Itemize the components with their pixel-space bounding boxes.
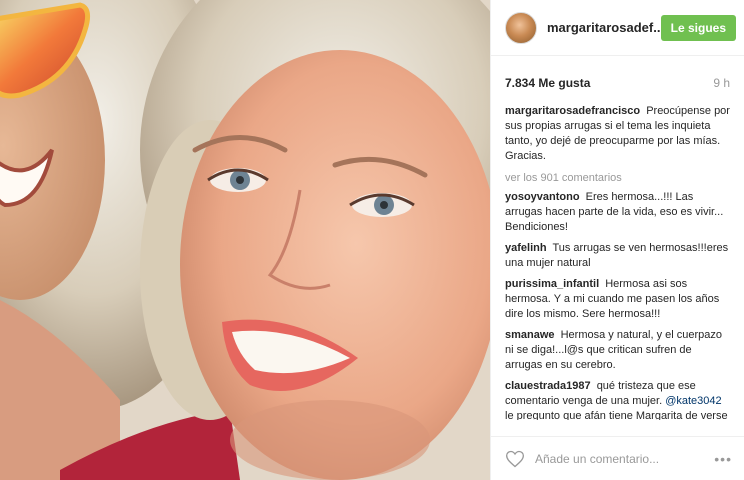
comment-item: yosoyvantono Eres hermosa...!!! Las arru…: [505, 190, 730, 235]
comments-list[interactable]: margaritarosadefrancisco Preocúpense por…: [491, 90, 744, 420]
likes-count[interactable]: 7.834 Me gusta: [505, 76, 590, 90]
caption-username[interactable]: margaritarosadefrancisco: [505, 105, 640, 117]
post-photo[interactable]: [0, 0, 490, 480]
comment-item: clauestrada1987 qué tristeza que ese com…: [505, 379, 730, 420]
post-meta: 7.834 Me gusta 9 h: [491, 56, 744, 90]
comment-username[interactable]: clauestrada1987: [505, 380, 591, 392]
following-button[interactable]: Le sigues: [660, 14, 736, 41]
comment-footer: •••: [491, 436, 744, 480]
comment-item: yafelinh Tus arrugas se ven hermosas!!!e…: [505, 241, 730, 271]
comment-item: smanawe Hermosa y natural, y el cuerpazo…: [505, 328, 730, 373]
more-options-icon[interactable]: •••: [710, 451, 736, 467]
post-side-panel: margaritarosadef... Le sigues 7.834 Me g…: [490, 0, 744, 480]
comment-username[interactable]: purissima_infantil: [505, 278, 599, 290]
comment-username[interactable]: yosoyvantono: [505, 191, 580, 203]
post-age: 9 h: [713, 76, 730, 90]
avatar[interactable]: [505, 11, 537, 44]
comment-username[interactable]: smanawe: [505, 329, 555, 341]
header-username[interactable]: margaritarosadef...: [547, 20, 661, 35]
add-comment-input[interactable]: [535, 451, 711, 466]
view-all-comments-link[interactable]: ver los 901 comentarios: [505, 172, 730, 184]
comment-mention-link[interactable]: @kate3042: [665, 395, 721, 407]
post-caption: margaritarosadefrancisco Preocúpense por…: [505, 104, 730, 164]
comment-text-continued: le pregunto que afán tiene Margarita de …: [505, 410, 728, 420]
post-header: margaritarosadef... Le sigues: [491, 0, 744, 56]
comment-username[interactable]: yafelinh: [505, 242, 547, 254]
comment-item: purissima_infantil Hermosa asi sos hermo…: [505, 277, 730, 322]
heart-outline-icon[interactable]: [505, 449, 525, 469]
photo-illustration: [0, 0, 490, 480]
